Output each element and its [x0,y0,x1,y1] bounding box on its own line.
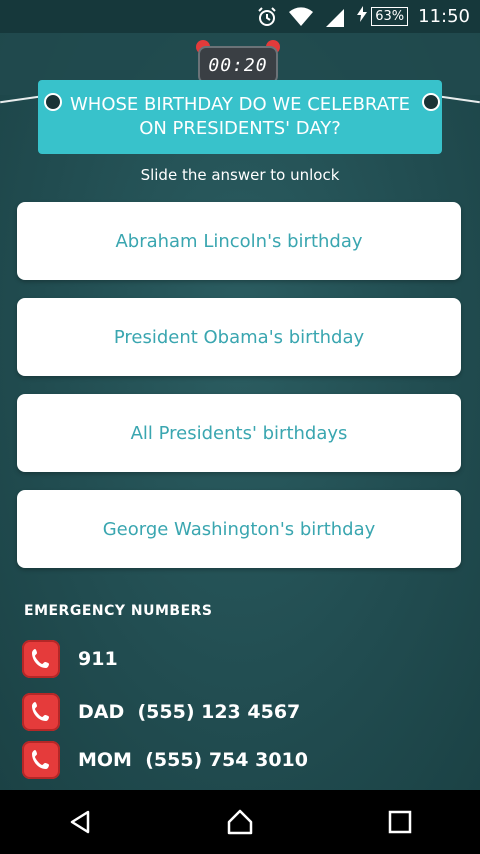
clock: 11:50 [418,6,470,27]
status-bar: 63% 11:50 [0,0,480,33]
back-icon[interactable] [50,797,110,847]
recents-icon[interactable] [370,797,430,847]
emergency-title: EMERGENCY NUMBERS [24,603,213,619]
emergency-contact-label: DAD (555) 123 4567 [78,701,301,723]
signal-icon [323,5,347,29]
phone-icon [22,640,60,678]
navigation-bar [0,790,480,854]
answer-option-3[interactable]: All Presidents' birthdays [17,394,461,472]
phone-icon [22,741,60,779]
emergency-contact-label: MOM (555) 754 3010 [78,749,308,771]
wifi-icon [289,5,314,29]
question-banner: WHOSE BIRTHDAY DO WE CELEBRATE ON PRESID… [38,80,442,154]
charging-icon [357,6,368,27]
pin-left-icon [44,93,62,111]
emergency-contact-label: 911 [78,648,118,670]
alarm-icon [255,5,279,29]
home-icon[interactable] [210,797,270,847]
answer-option-2[interactable]: President Obama's birthday [17,298,461,376]
battery-percent: 63% [371,7,409,26]
slide-instruction: Slide the answer to unlock [140,166,340,184]
emergency-contact-911[interactable]: 911 [22,637,118,681]
battery-indicator: 63% [357,6,409,27]
countdown-timer: 00:20 [198,46,278,84]
answer-option-1[interactable]: Abraham Lincoln's birthday [17,202,461,280]
pin-right-icon [422,93,440,111]
emergency-contact-dad[interactable]: DAD (555) 123 4567 [22,690,300,734]
answer-option-4[interactable]: George Washington's birthday [17,490,461,568]
emergency-contact-mom[interactable]: MOM (555) 754 3010 [22,738,308,782]
phone-icon [22,693,60,731]
